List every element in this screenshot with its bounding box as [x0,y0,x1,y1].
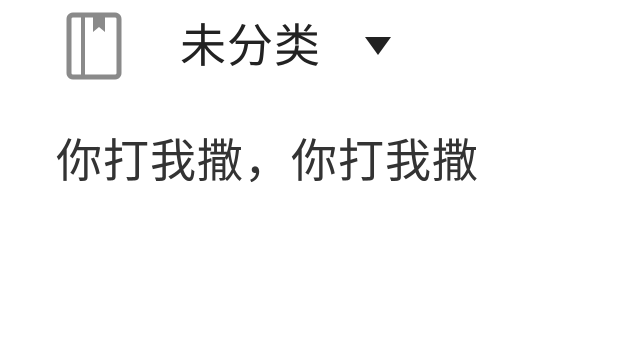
notebook-icon[interactable] [66,12,122,80]
category-dropdown[interactable]: 未分类 [180,14,391,78]
note-body-text[interactable]: 你打我撒，你打我撒 [56,134,479,189]
category-label: 未分类 [180,19,321,73]
note-editor-screen: 未分类 你打我撒，你打我撒 [0,0,640,360]
caret-down-icon [365,37,391,55]
notebook-icon-graphic [66,12,122,80]
